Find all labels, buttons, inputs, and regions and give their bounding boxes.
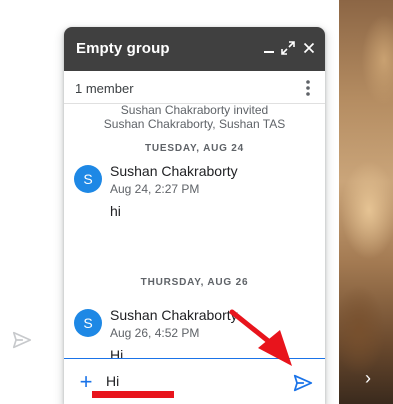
send-icon <box>11 329 33 351</box>
system-message-line: Sushan Chakraborty invited <box>120 103 269 117</box>
send-icon <box>293 374 313 392</box>
avatar[interactable]: S <box>74 165 102 193</box>
member-count: 1 member <box>75 81 134 96</box>
date-divider: THURSDAY, AUG 26 <box>140 277 249 288</box>
date-divider: TUESDAY, AUG 24 <box>144 143 245 154</box>
red-underline-annotation <box>92 391 174 398</box>
chat-header: Empty group <box>64 27 325 71</box>
message-time: Aug 24, 2:27 PM <box>110 182 200 196</box>
close-icon[interactable] <box>300 39 318 57</box>
popout-icon[interactable] <box>279 39 297 57</box>
system-message-line: Sushan Chakraborty, Sushan TAS <box>103 117 286 131</box>
members-bar[interactable]: 1 member <box>64 71 325 104</box>
sender-name: Sushan Chakraborty <box>110 307 238 323</box>
more-vert-icon[interactable] <box>300 79 316 97</box>
red-arrow-annotation <box>228 308 300 370</box>
sender-name: Sushan Chakraborty <box>110 163 238 179</box>
chevron-right-icon[interactable]: › <box>358 368 378 388</box>
background-photo <box>339 0 393 404</box>
message-time: Aug 26, 4:52 PM <box>110 326 200 340</box>
message-input[interactable] <box>106 369 286 393</box>
avatar[interactable]: S <box>74 309 102 337</box>
send-button[interactable] <box>292 372 314 394</box>
plus-icon[interactable]: + <box>76 371 96 393</box>
minimize-icon[interactable] <box>260 39 278 57</box>
chat-title: Empty group <box>76 40 170 57</box>
message-text: hi <box>110 203 121 219</box>
